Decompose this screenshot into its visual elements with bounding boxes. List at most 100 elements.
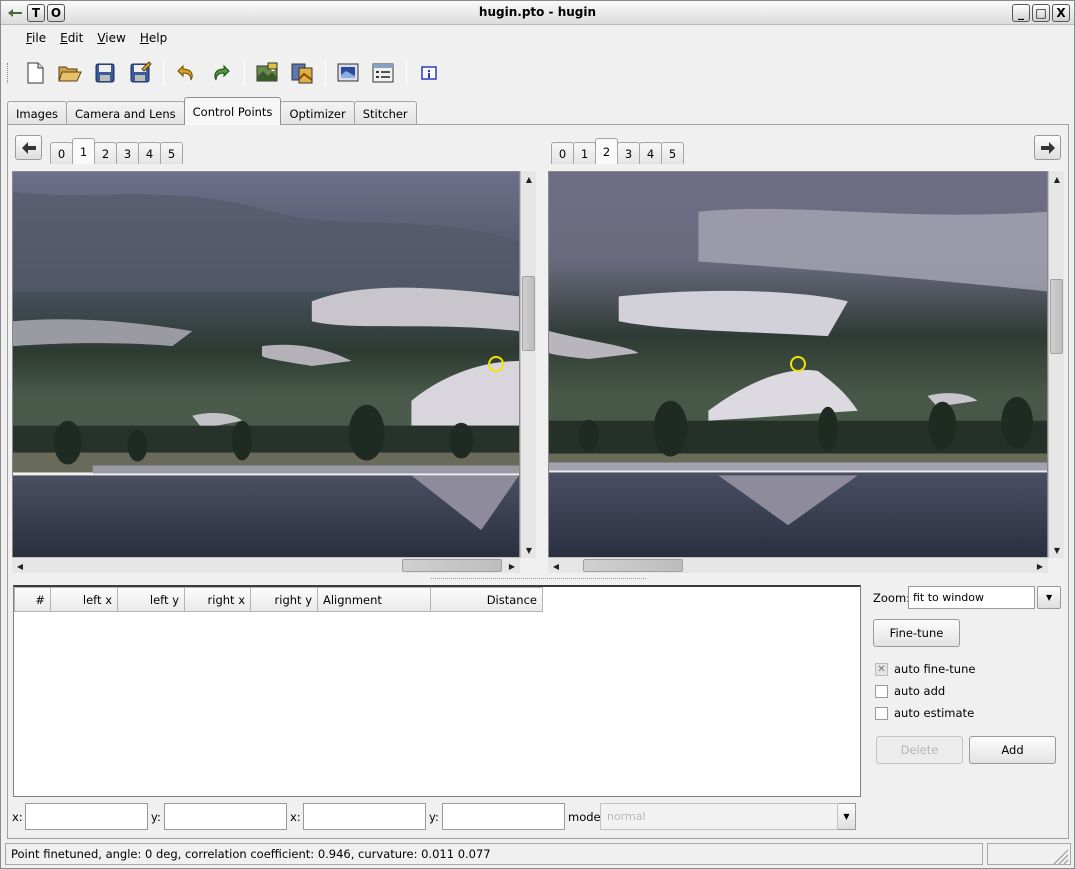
scroll-left-icon[interactable]: ◀ (548, 558, 564, 574)
auto-estimate-checkbox[interactable]: auto estimate (875, 706, 974, 720)
left-x-field[interactable] (25, 803, 148, 830)
left-image-tab-1[interactable]: 1 (72, 138, 95, 164)
open-icon[interactable] (54, 57, 86, 89)
undo-icon[interactable] (170, 57, 202, 89)
auto-fine-tune-checkbox[interactable]: ✕ auto fine-tune (875, 662, 975, 676)
scroll-thumb[interactable] (522, 276, 535, 351)
left-image-view[interactable] (12, 171, 520, 558)
zoom-select[interactable]: fit to window ▼ (908, 586, 1061, 609)
previous-image-button[interactable] (15, 135, 42, 160)
add-series-icon[interactable] (286, 57, 318, 89)
tab-camera-and-lens[interactable]: Camera and Lens (66, 101, 185, 125)
left-image-tab-2[interactable]: 2 (94, 142, 117, 164)
scroll-down-icon[interactable]: ▼ (1049, 542, 1065, 558)
column-header-number[interactable]: # (14, 587, 51, 612)
mode-select[interactable]: normal ▼ (600, 803, 856, 830)
right-image-tab-1[interactable]: 1 (573, 142, 596, 164)
column-header-right-x[interactable]: right x (184, 587, 251, 612)
scroll-thumb[interactable] (402, 559, 502, 572)
left-vertical-scrollbar[interactable]: ▲ ▼ (520, 171, 536, 558)
next-image-button[interactable] (1034, 135, 1061, 160)
horizontal-splitter[interactable] (431, 578, 646, 579)
column-header-left-y[interactable]: left y (117, 587, 185, 612)
fine-tune-button[interactable]: Fine-tune (873, 619, 960, 647)
right-image-tab-0[interactable]: 0 (551, 142, 574, 164)
about-icon[interactable] (413, 57, 445, 89)
new-icon[interactable] (19, 57, 51, 89)
column-header-left-x[interactable]: left x (50, 587, 118, 612)
right-image-view[interactable] (548, 171, 1048, 558)
add-button[interactable]: Add (969, 736, 1056, 764)
scroll-up-icon[interactable]: ▲ (1049, 171, 1065, 187)
left-image-tabs: 0 1 2 3 4 5 (50, 138, 183, 164)
landscape-photo-right (549, 172, 1047, 557)
toolbar (1, 55, 1074, 91)
scroll-right-icon[interactable]: ▶ (1032, 558, 1048, 574)
add-image-icon[interactable] (251, 57, 283, 89)
right-horizontal-scrollbar[interactable]: ◀ ▶ (548, 557, 1048, 573)
optimize-icon[interactable] (367, 57, 399, 89)
zoom-value[interactable]: fit to window (908, 586, 1036, 609)
right-y-field[interactable] (442, 803, 565, 830)
chevron-down-icon[interactable]: ▼ (838, 803, 856, 830)
scroll-thumb[interactable] (1050, 279, 1063, 354)
scroll-down-icon[interactable]: ▼ (521, 542, 537, 558)
delete-button[interactable]: Delete (876, 736, 963, 764)
tab-optimizer[interactable]: Optimizer (280, 101, 355, 125)
menu-help[interactable]: Help (133, 27, 174, 49)
scroll-up-icon[interactable]: ▲ (521, 171, 537, 187)
right-image-tab-5[interactable]: 5 (661, 142, 684, 164)
tab-stitcher[interactable]: Stitcher (353, 101, 417, 125)
save-as-icon[interactable] (124, 57, 156, 89)
main-window: T O hugin.pto - hugin _ □ X File Edit Vi… (0, 0, 1075, 869)
left-image-tab-5[interactable]: 5 (160, 142, 183, 164)
maximize-button[interactable]: □ (1032, 4, 1050, 22)
left-image-tab-3[interactable]: 3 (116, 142, 139, 164)
tab-images[interactable]: Images (7, 101, 68, 125)
chevron-down-icon[interactable]: ▼ (1037, 586, 1061, 609)
checkbox-icon (875, 706, 888, 720)
minimize-button[interactable]: _ (1012, 4, 1030, 22)
check-icon: ✕ (875, 662, 888, 676)
auto-add-label: auto add (894, 684, 946, 698)
left-y-field[interactable] (164, 803, 287, 830)
toolbar-separator (163, 60, 164, 86)
column-header-alignment[interactable]: Alignment (317, 587, 431, 612)
left-image-tab-4[interactable]: 4 (138, 142, 161, 164)
save-icon[interactable] (89, 57, 121, 89)
left-horizontal-scrollbar[interactable]: ◀ ▶ (12, 557, 520, 573)
preview-icon[interactable] (332, 57, 364, 89)
resize-grip-icon[interactable] (1050, 846, 1070, 864)
scroll-thumb[interactable] (583, 559, 683, 572)
right-image-tab-2[interactable]: 2 (595, 138, 618, 164)
auto-estimate-label: auto estimate (894, 706, 975, 720)
landscape-photo-left (13, 172, 519, 557)
status-bar: Point finetuned, angle: 0 deg, correlati… (5, 843, 983, 865)
right-vertical-scrollbar[interactable]: ▲ ▼ (1048, 171, 1064, 558)
control-point-table[interactable]: # left x left y right x right y Alignmen… (13, 585, 861, 797)
right-image-tab-4[interactable]: 4 (639, 142, 662, 164)
window-title: hugin.pto - hugin (478, 5, 597, 19)
auto-fine-tune-label: auto fine-tune (894, 662, 976, 676)
menu-file[interactable]: File (19, 27, 53, 49)
right-image-tab-3[interactable]: 3 (617, 142, 640, 164)
scroll-right-icon[interactable]: ▶ (504, 558, 520, 574)
table-header: # left x left y right x right y Alignmen… (14, 587, 860, 612)
close-button[interactable]: X (1052, 4, 1070, 22)
status-message: Point finetuned, angle: 0 deg, correlati… (11, 847, 491, 861)
checkbox-icon (875, 684, 888, 698)
right-x-field[interactable] (303, 803, 426, 830)
column-header-right-y[interactable]: right y (250, 587, 318, 612)
menu-edit[interactable]: Edit (53, 27, 90, 49)
zoom-label: Zoom: (873, 591, 911, 605)
scroll-left-icon[interactable]: ◀ (12, 558, 28, 574)
left-image-tab-0[interactable]: 0 (50, 142, 73, 164)
arrow-right-icon (1040, 141, 1055, 154)
auto-add-checkbox[interactable]: auto add (875, 684, 945, 698)
arrow-left-icon (21, 141, 36, 154)
menu-view[interactable]: View (90, 27, 132, 49)
redo-icon[interactable] (205, 57, 237, 89)
column-header-distance[interactable]: Distance (430, 587, 543, 612)
mode-value[interactable]: normal (600, 803, 838, 830)
tab-control-points[interactable]: Control Points (183, 97, 282, 125)
